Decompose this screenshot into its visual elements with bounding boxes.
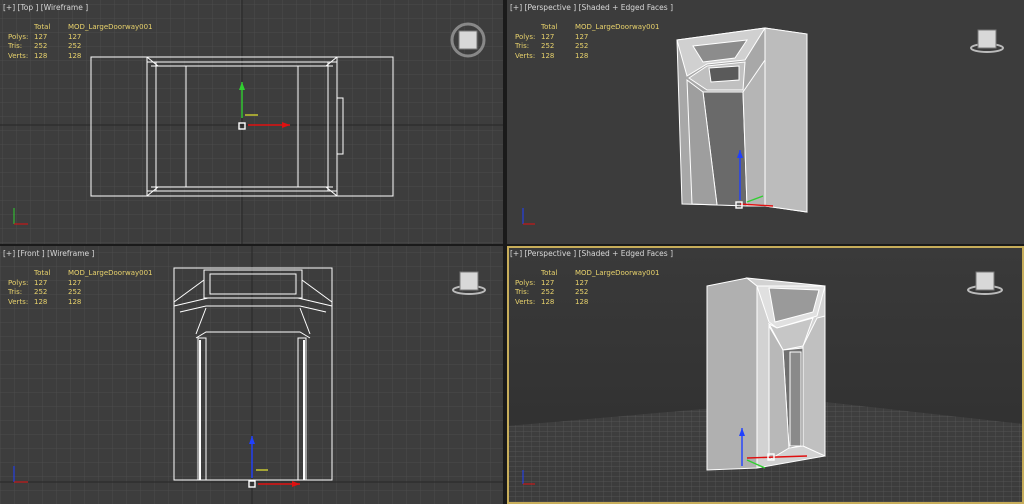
viewport-perspective-active[interactable]: [+] [Perspective ] [Shaded + Edged Faces…: [507, 246, 1024, 504]
viewport-label[interactable]: [+] [Perspective ] [Shaded + Edged Faces…: [510, 249, 673, 258]
viewport-perspective-top[interactable]: [+] [Perspective ] [Shaded + Edged Faces…: [507, 0, 1024, 244]
viewport-label[interactable]: [+] [Perspective ] [Shaded + Edged Faces…: [510, 3, 673, 12]
world-axis-tripod: [522, 208, 535, 225]
viewport-label[interactable]: [+] [Top ] [Wireframe ]: [3, 3, 88, 12]
viewcube: [970, 29, 1004, 53]
viewport-label[interactable]: [+] [Front ] [Wireframe ]: [3, 249, 94, 258]
doorway-shaded-model: [676, 27, 808, 213]
viewcube: [967, 271, 1003, 295]
viewport-top[interactable]: [+] [Top ] [Wireframe ] Total MOD_LargeDo…: [0, 0, 503, 244]
doorway-shaded-model: [706, 277, 826, 471]
viewport-front[interactable]: [+] [Front ] [Wireframe ] Total MOD_Large…: [0, 246, 503, 504]
